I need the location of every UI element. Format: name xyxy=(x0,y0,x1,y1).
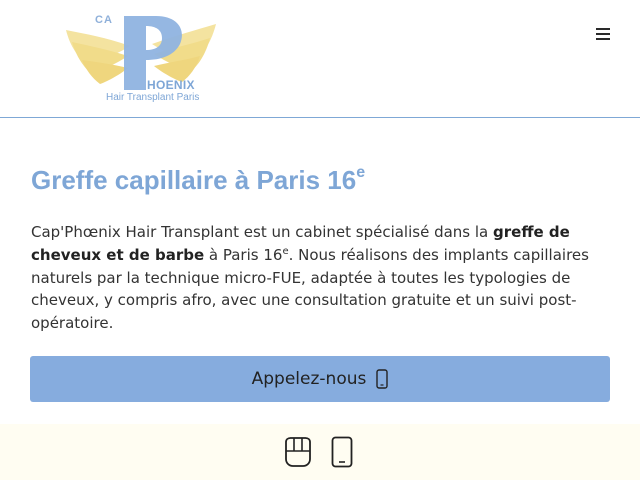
site-header: CA HOENIX Hair Transplant Paris xyxy=(0,0,640,118)
call-us-button[interactable]: Appelez-nous xyxy=(30,356,610,402)
menu-line xyxy=(596,38,610,40)
logo-name-text: HOENIX xyxy=(147,78,195,92)
mobile-phone-icon xyxy=(376,369,389,389)
intro-text-2: à Paris 16 xyxy=(204,245,283,264)
page-title: Greffe capillaire à Paris 16e xyxy=(31,164,365,196)
menu-line xyxy=(596,33,610,35)
intro-text-1: Cap'Phœnix Hair Transplant est un cabine… xyxy=(31,223,494,241)
logo-ca-text: CA xyxy=(95,14,113,26)
site-logo[interactable]: CA HOENIX Hair Transplant Paris xyxy=(62,12,220,106)
page-title-text: Greffe capillaire à Paris 16 xyxy=(31,165,357,195)
intro-paragraph: Cap'Phœnix Hair Transplant est un cabine… xyxy=(31,221,591,335)
bottom-action-bar xyxy=(0,424,640,480)
hamburger-menu-icon[interactable] xyxy=(596,28,610,40)
page-title-sup: e xyxy=(356,164,366,181)
mobile-phone-icon[interactable] xyxy=(327,435,357,469)
call-us-label: Appelez-nous xyxy=(251,369,367,389)
logo-tagline: Hair Transplant Paris xyxy=(106,92,200,103)
tooth-icon[interactable] xyxy=(283,435,313,469)
menu-line xyxy=(596,28,610,30)
